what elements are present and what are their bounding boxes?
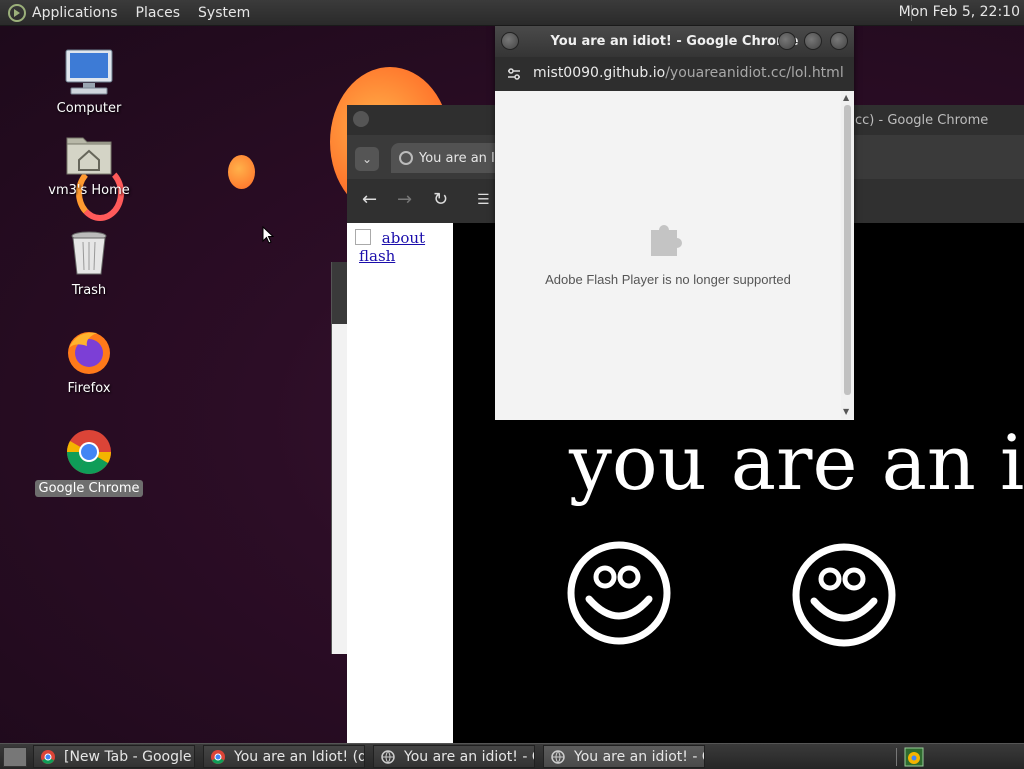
mouse-cursor-icon [262, 226, 274, 244]
popup-titlebar[interactable]: You are an idiot! - Google Chrome [495, 26, 854, 57]
url-path: /youareanidiot.cc/lol.html [665, 65, 844, 81]
taskbar-item-new-tab[interactable]: [New Tab - Google ... [33, 745, 195, 768]
window-menu-button[interactable] [353, 111, 369, 127]
popup-title: You are an idiot! - Google Chrome [550, 34, 799, 49]
about-link[interactable]: about [382, 229, 425, 247]
minimize-button[interactable] [778, 32, 796, 50]
firefox-icon [63, 328, 115, 376]
computer-icon [63, 48, 115, 96]
link-row: about flash [355, 229, 453, 265]
site-info-icon[interactable] [507, 67, 521, 81]
idiot-headline: you are an idiot! [569, 418, 1024, 507]
smiley-face-icon [792, 543, 896, 647]
show-desktop-button[interactable] [3, 746, 27, 767]
scroll-down-arrow-icon[interactable]: ▼ [843, 407, 849, 416]
desktop-icon-firefox[interactable]: Firefox [34, 328, 144, 397]
tray-chrome-icon[interactable] [904, 747, 924, 767]
close-button[interactable] [830, 32, 848, 50]
globe-icon [381, 749, 395, 764]
chrome-icon [41, 749, 55, 764]
desktop-icon-label: vm3's Home [48, 183, 130, 198]
scroll-up-arrow-icon[interactable]: ▲ [843, 93, 849, 102]
forward-arrow-icon[interactable]: → [397, 189, 412, 210]
bottom-taskbar: [New Tab - Google ... You are an Idiot! … [0, 743, 1024, 769]
clock[interactable]: Mon Feb 5, 22:10 [899, 4, 1020, 20]
home-folder-icon [63, 130, 115, 178]
tab-search-chevron-icon[interactable]: ⌄ [355, 147, 379, 171]
desktop-icon-label: Firefox [67, 381, 111, 396]
vertical-scrollbar[interactable]: ▲ ▼ [841, 91, 854, 419]
desktop-icon-chrome[interactable]: Google Chrome [34, 428, 144, 497]
flash-unsupported-message: Adobe Flash Player is no longer supporte… [545, 272, 791, 287]
globe-icon [551, 749, 565, 764]
site-settings-icon[interactable]: ☰ [477, 192, 490, 208]
smiley-face-icon [567, 541, 671, 645]
flash-link[interactable]: flash [359, 247, 395, 265]
taskbar-item-idiot-3[interactable]: You are an idiot! - G... [543, 745, 705, 768]
taskbar-item-idiot-1[interactable]: You are an Idiot! (do... [203, 745, 365, 768]
popup-page-body: Adobe Flash Player is no longer supporte… [495, 91, 841, 419]
taskbar-item-label: You are an Idiot! (do... [234, 748, 364, 765]
url-host: mist0090.github.io [533, 65, 666, 81]
taskbar-item-label: You are an idiot! - G... [574, 748, 704, 765]
taskbar-item-label: You are an idiot! - G... [404, 748, 534, 765]
tab-title: You are an Id [419, 151, 504, 166]
taskbar-item-label: [New Tab - Google ... [64, 748, 194, 765]
taskbar-item-idiot-2[interactable]: You are an idiot! - G... [373, 745, 535, 768]
desktop-icon-computer[interactable]: Computer [34, 48, 144, 117]
chrome-icon [211, 749, 225, 764]
places-menu[interactable]: Places [136, 5, 181, 21]
desktop-icon-label: Google Chrome [34, 480, 144, 497]
distro-logo-icon[interactable] [8, 3, 26, 22]
system-menu[interactable]: System [198, 5, 250, 21]
puzzle-plugin-icon [651, 225, 682, 256]
tray-separator [896, 748, 897, 766]
broken-image-icon [355, 229, 371, 245]
applications-menu[interactable]: Applications [32, 5, 118, 21]
top-panel: Applications Places System Mon Feb 5, 22… [0, 0, 1024, 26]
popup-url: mist0090.github.io/youareanidiot.cc/lol.… [533, 65, 844, 81]
trash-icon [63, 230, 115, 278]
desktop-icon-label: Trash [71, 283, 107, 298]
scrollbar-thumb[interactable] [844, 105, 851, 395]
desktop-icon-home[interactable]: vm3's Home [34, 130, 144, 199]
desktop-icon-label: Computer [56, 101, 122, 116]
back-arrow-icon[interactable]: ← [362, 189, 377, 210]
reload-icon[interactable]: ↻ [433, 189, 448, 210]
desktop-icon-trash[interactable]: Trash [34, 230, 144, 299]
wallpaper-small-blob [228, 155, 255, 189]
window-title: cc) - Google Chrome [855, 113, 989, 128]
chrome-icon [63, 428, 115, 476]
maximize-button[interactable] [804, 32, 822, 50]
globe-icon [399, 151, 413, 165]
chrome-popup-window[interactable]: You are an idiot! - Google Chrome mist00… [495, 26, 854, 420]
popup-address-bar[interactable]: mist0090.github.io/youareanidiot.cc/lol.… [495, 57, 854, 91]
left-frame: about flash [347, 223, 453, 745]
